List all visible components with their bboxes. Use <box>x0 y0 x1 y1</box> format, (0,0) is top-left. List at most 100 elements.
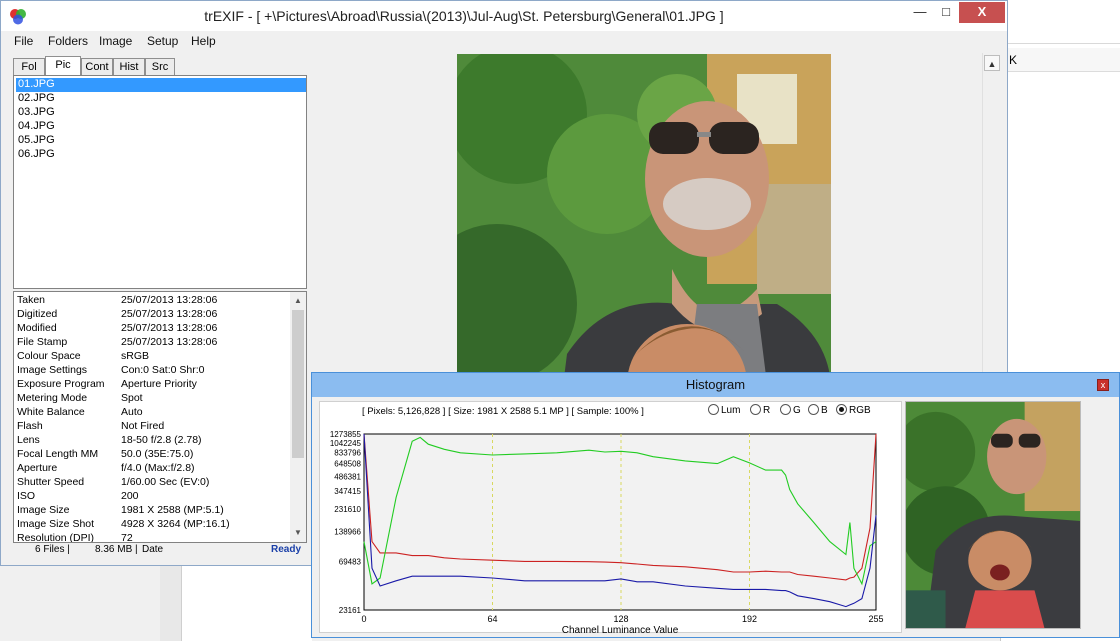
exif-value: 72 <box>121 532 133 543</box>
x-tick-label: 0 <box>361 614 366 624</box>
exif-key: Colour Space <box>17 350 81 362</box>
exif-key: Image Settings <box>17 364 88 376</box>
radio-label-b: B <box>821 405 828 416</box>
file-item[interactable]: 04.JPG <box>16 120 306 134</box>
exif-key: Image Size Shot <box>17 518 95 530</box>
menu-setup[interactable]: Setup <box>147 34 178 48</box>
radio-dot-r[interactable] <box>750 404 761 415</box>
radio-g[interactable]: G <box>780 404 801 417</box>
app-icon <box>10 9 26 25</box>
histogram-info: [ Pixels: 5,126,828 ] [ Size: 1981 X 258… <box>362 406 644 417</box>
radio-b[interactable]: B <box>808 404 828 417</box>
exif-key: Modified <box>17 322 57 334</box>
scrollbar-thumb[interactable] <box>292 310 304 458</box>
tab-pic[interactable]: Pic <box>45 56 81 76</box>
radio-label-lum: Lum <box>721 405 741 416</box>
y-tick-label: 69483 <box>339 558 362 567</box>
y-tick-label: 486381 <box>334 472 361 481</box>
menu-file[interactable]: File <box>14 34 33 48</box>
exif-key: Image Size <box>17 504 70 516</box>
tab-src[interactable]: Src <box>145 58 175 76</box>
exif-scrollbar[interactable]: ▲ ▼ <box>290 292 306 542</box>
background-address-bar <box>1001 22 1120 44</box>
exif-key: Metering Mode <box>17 392 88 404</box>
radio-dot-rgb[interactable] <box>836 404 847 415</box>
exif-value: 1981 X 2588 (MP:5.1) <box>121 504 224 516</box>
radio-label-r: R <box>763 405 771 416</box>
exif-value: sRGB <box>121 350 150 362</box>
exif-key: ISO <box>17 490 36 502</box>
histogram-chart: 0 64 128 192 255 12738551042245833796 648508 48… <box>330 430 884 634</box>
y-tick-label: 231610 <box>334 505 361 514</box>
exif-key: Lens <box>17 434 40 446</box>
exif-key: Aperture <box>17 462 58 474</box>
file-item[interactable]: 03.JPG <box>16 106 306 120</box>
exif-value: Aperture Priority <box>121 378 197 390</box>
exif-key: Shutter Speed <box>17 476 85 488</box>
exif-value: Con:0 Sat:0 Shr:0 <box>121 364 205 376</box>
status-total-size: 8.36 MB | <box>95 544 138 555</box>
file-item[interactable]: 06.JPG <box>16 148 306 162</box>
tab-fol[interactable]: Fol <box>13 58 45 76</box>
x-tick-label: 128 <box>613 614 628 624</box>
file-item[interactable]: 05.JPG <box>16 134 306 148</box>
status-file-count: 6 Files | <box>35 544 70 555</box>
x-tick-label: 255 <box>868 614 883 624</box>
exif-value: 25/07/2013 13:28:06 <box>121 336 218 348</box>
histogram-window: Histogram x [ Pixels: 5,126,828 ] [ Size… <box>311 372 1120 638</box>
scroll-up-icon[interactable]: ▲ <box>984 55 1000 71</box>
radio-r[interactable]: R <box>750 404 770 417</box>
exif-value: 200 <box>121 490 139 502</box>
radio-dot-b[interactable] <box>808 404 819 415</box>
exif-key: Exposure Program <box>17 378 105 390</box>
radio-dot-lum[interactable] <box>708 404 719 415</box>
file-list[interactable]: 01.JPG 02.JPG 03.JPG 04.JPG 05.JPG 06.JP… <box>13 75 307 289</box>
exif-key: Taken <box>17 294 46 306</box>
exif-key: Flash <box>17 420 43 432</box>
histogram-close-button[interactable]: x <box>1097 379 1109 391</box>
radio-rgb[interactable]: RGB <box>836 404 871 417</box>
file-item-selected[interactable]: 01.JPG <box>16 78 306 92</box>
menu-help[interactable]: Help <box>191 34 216 48</box>
radio-dot-g[interactable] <box>780 404 791 415</box>
y-tick-label: 1042245 <box>330 439 362 448</box>
menu-bar: File Folders Image Setup Help <box>1 31 1007 53</box>
menu-folders[interactable]: Folders <box>48 34 88 48</box>
exif-value: 25/07/2013 13:28:06 <box>121 308 218 320</box>
y-tick-label: 138966 <box>334 527 361 536</box>
scroll-up-icon[interactable]: ▲ <box>290 294 306 308</box>
status-sort: Date <box>142 544 164 555</box>
exif-key: Digitized <box>17 308 58 320</box>
exif-value: 4928 X 3264 (MP:16.1) <box>121 518 230 530</box>
minimize-button[interactable]: — <box>905 2 935 23</box>
background-scrollbar <box>160 566 182 641</box>
status-bar: 6 Files | 8.36 MB | Date Ready <box>13 543 307 557</box>
background-column-header: K <box>1001 48 1120 72</box>
y-tick-label: 833796 <box>334 449 361 458</box>
tab-cont[interactable]: Cont <box>81 58 113 76</box>
file-item[interactable]: 02.JPG <box>16 92 306 106</box>
x-axis-label: Channel Luminance Value <box>562 625 679 634</box>
close-button[interactable]: X <box>959 2 1005 23</box>
exif-details-panel: Taken 25/07/2013 13:28:06 Digitized 25/07/… <box>13 291 307 543</box>
exif-value: 1/60.00 Sec (EV:0) <box>121 476 210 488</box>
histogram-panel: [ Pixels: 5,126,828 ] [ Size: 1981 X 258… <box>319 401 902 634</box>
x-tick-label: 192 <box>742 614 757 624</box>
menu-image[interactable]: Image <box>99 34 132 48</box>
radio-lum[interactable]: Lum <box>708 404 740 417</box>
background-panel <box>0 566 182 641</box>
exif-value: 25/07/2013 13:28:06 <box>121 294 218 306</box>
radio-label-g: G <box>793 405 801 416</box>
maximize-button[interactable]: □ <box>935 2 957 23</box>
scroll-down-icon[interactable]: ▼ <box>290 526 306 540</box>
x-tick-label: 64 <box>487 614 497 624</box>
histogram-thumbnail <box>905 401 1081 629</box>
exif-value: f/4.0 (Max:f/2.8) <box>121 462 195 474</box>
exif-key: File Stamp <box>17 336 68 348</box>
exif-key: Focal Length MM <box>17 448 99 460</box>
tab-hist[interactable]: Hist <box>113 58 145 76</box>
exif-value: Auto <box>121 406 143 418</box>
y-tick-label: 347415 <box>334 487 361 496</box>
y-tick-label: 23161 <box>339 606 362 615</box>
exif-value: Not Fired <box>121 420 165 432</box>
